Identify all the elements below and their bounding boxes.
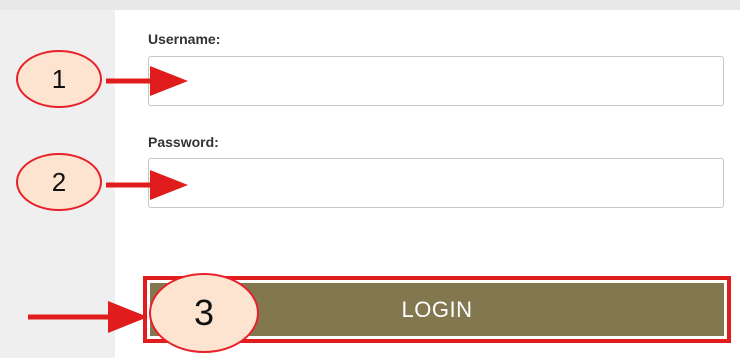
password-input[interactable] <box>148 158 724 208</box>
username-input[interactable] <box>148 56 724 106</box>
top-bar <box>0 0 740 10</box>
username-label: Username: <box>148 31 221 47</box>
step-marker-1: 1 <box>16 50 102 108</box>
step-marker-2: 2 <box>16 153 102 211</box>
step-marker-3: 3 <box>149 273 259 353</box>
password-label: Password: <box>148 134 219 150</box>
